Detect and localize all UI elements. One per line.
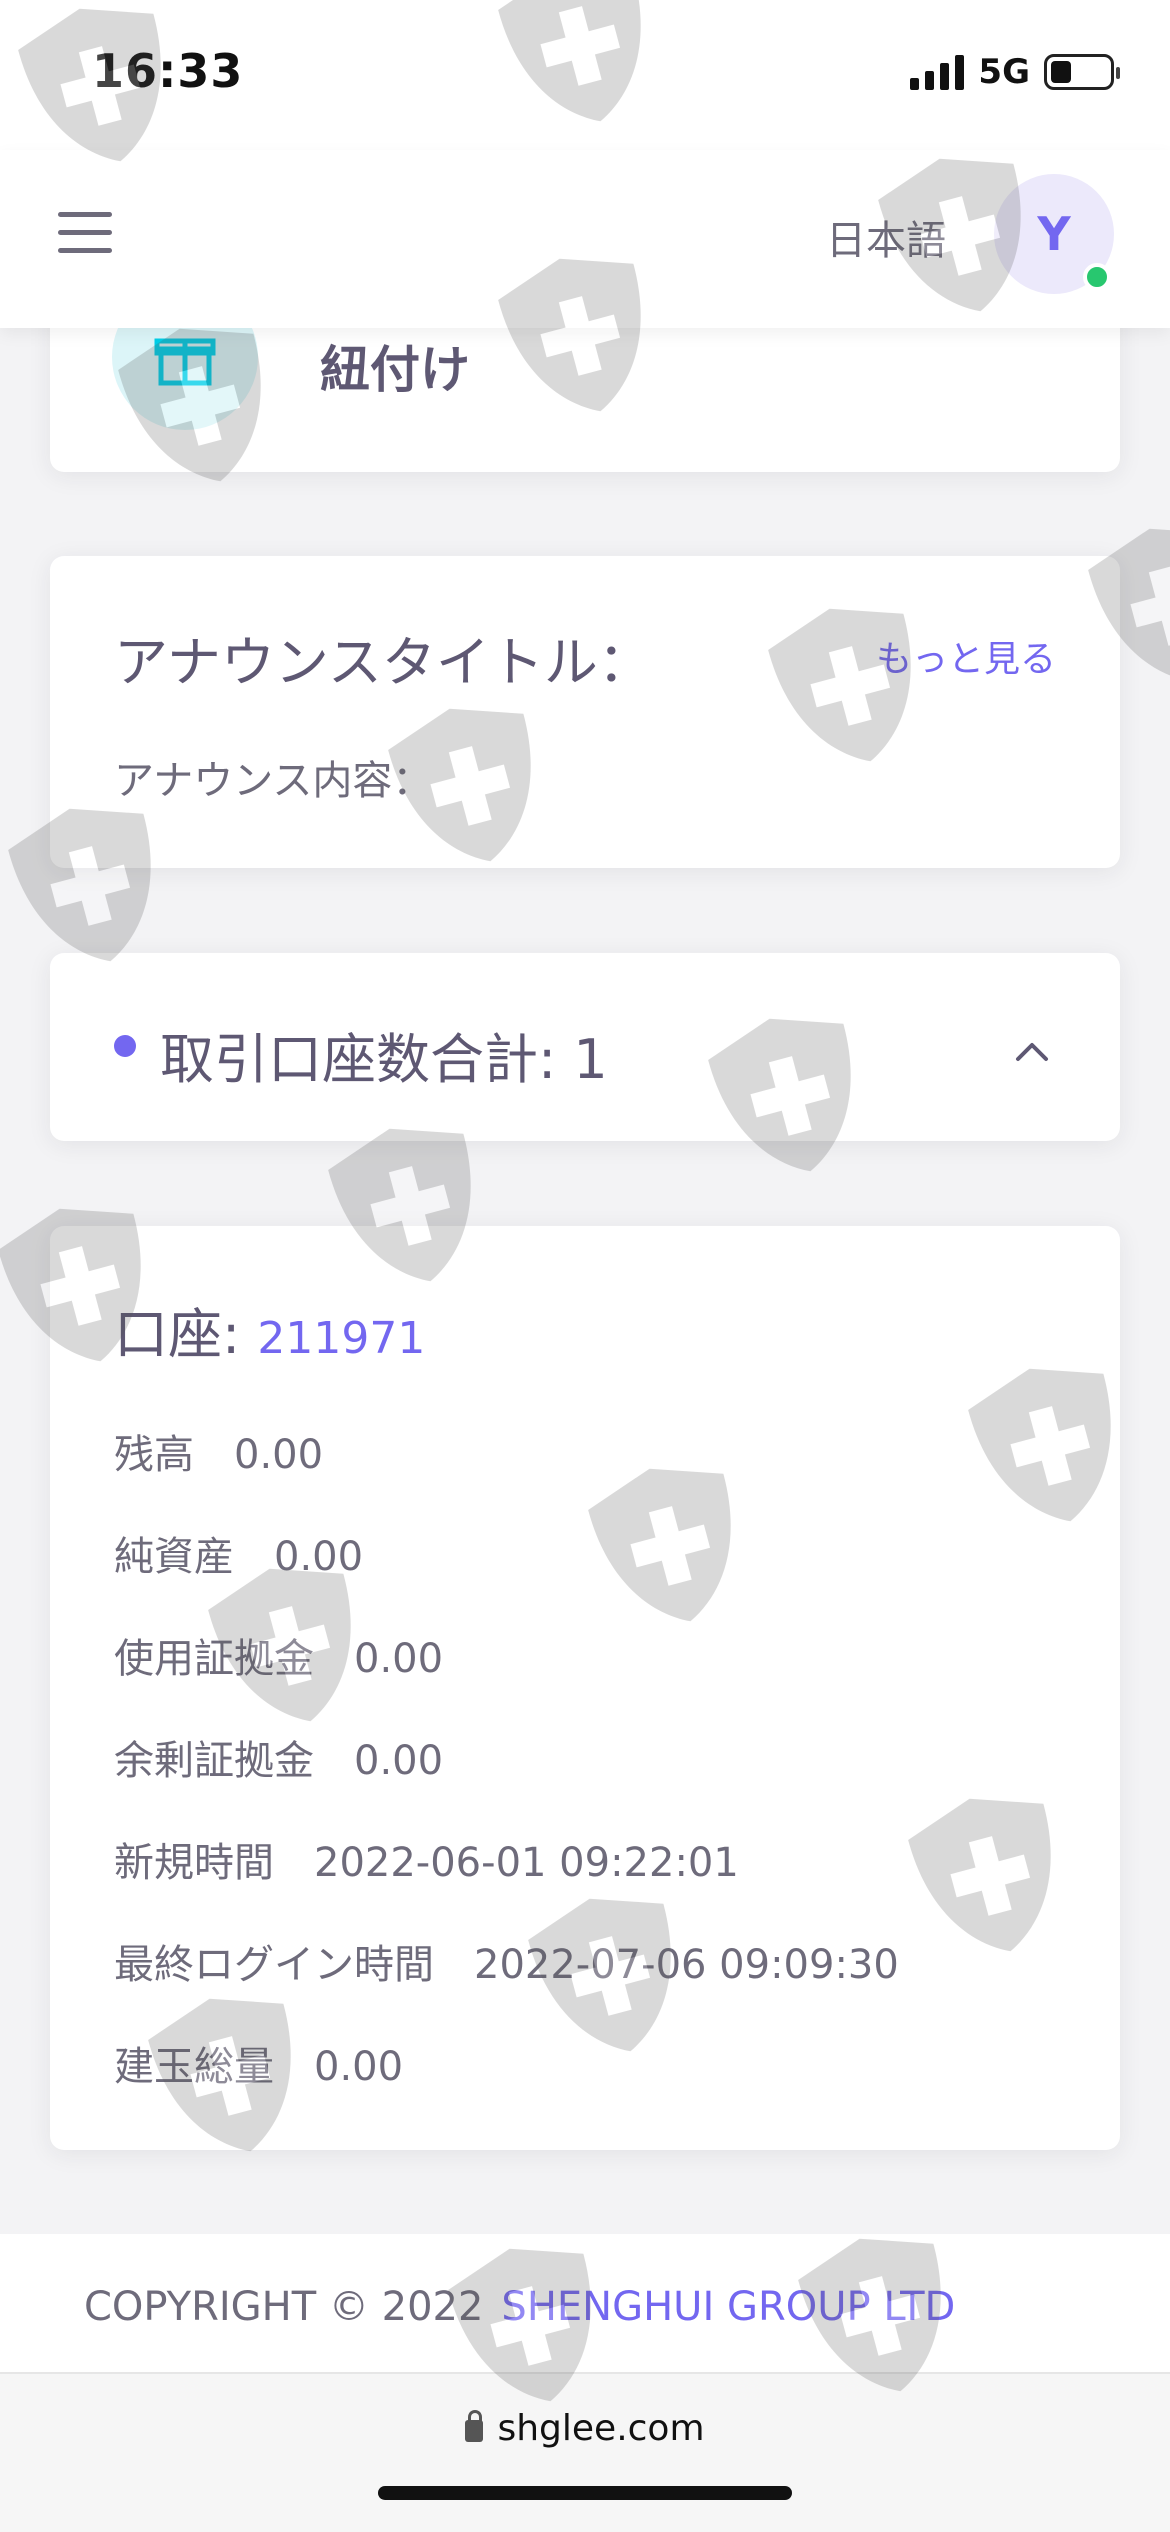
detail-label: 使用証拠金 [114, 1636, 314, 1682]
copyright-text: COPYRIGHT © 2022 [84, 2284, 484, 2330]
status-bar: 16:33 5G [0, 0, 1170, 150]
detail-value: 0.00 [234, 1432, 324, 1478]
detail-label: 建玉総量 [114, 2044, 274, 2090]
account-number[interactable]: 211971 [257, 1313, 425, 1364]
detail-label: 最終ログイン時間 [114, 1942, 434, 1988]
announcement-title: アナウンスタイトル： [114, 631, 652, 694]
detail-label: 残高 [114, 1432, 194, 1478]
signal-icon [910, 54, 965, 90]
account-heading: 口座: 211971 [114, 1290, 425, 1369]
home-indicator[interactable] [378, 2486, 792, 2500]
menu-icon[interactable] [58, 212, 112, 254]
bind-title: 紐付け [320, 341, 470, 399]
bullet-dot [114, 1035, 136, 1057]
account-label: 口座: [114, 1303, 241, 1366]
detail-value: 0.00 [354, 1636, 444, 1682]
chevron-up-icon[interactable] [1014, 1033, 1050, 1069]
url-display[interactable]: shglee.com [0, 2408, 1170, 2449]
detail-row: 最終ログイン時間 2022-07-06 09:09:30 [114, 1932, 899, 1990]
detail-value: 0.00 [274, 1534, 364, 1580]
network-label: 5G [978, 52, 1030, 92]
detail-row: 残高 0.00 [114, 1422, 323, 1480]
top-navbar: 日本語 Y [0, 150, 1170, 328]
account-detail-card: 口座: 211971 残高 0.00 純資産 0.00 使用証拠金 0.00 余剰証拠… [50, 1226, 1120, 2150]
announcement-card: アナウンスタイトル： もっと見る アナウンス内容： [50, 556, 1120, 868]
detail-row: 使用証拠金 0.00 [114, 1626, 443, 1684]
accounts-collapse-header[interactable]: 取引口座数合計: 1 [50, 953, 1120, 1141]
language-switcher[interactable]: 日本語 [826, 208, 946, 266]
detail-row: 新規時間 2022-06-01 09:22:01 [114, 1830, 739, 1888]
detail-value: 0.00 [314, 2044, 404, 2090]
announcement-content: アナウンス内容： [114, 758, 433, 804]
status-time: 16:33 [92, 44, 244, 98]
detail-value: 0.00 [354, 1738, 444, 1784]
detail-row: 建玉総量 0.00 [114, 2034, 403, 2092]
detail-row: 純資産 0.00 [114, 1524, 363, 1582]
detail-label: 余剰証拠金 [114, 1738, 314, 1784]
detail-label: 純資産 [114, 1534, 234, 1580]
accounts-total: 取引口座数合計: 1 [160, 1028, 608, 1091]
online-status-dot [1083, 263, 1111, 291]
detail-value: 2022-06-01 09:22:01 [314, 1840, 739, 1886]
footer: COPYRIGHT © 2022 SHENGHUI GROUP LTD [0, 2234, 1170, 2374]
copyright: COPYRIGHT © 2022 SHENGHUI GROUP LTD [84, 2284, 955, 2330]
detail-value: 2022-07-06 09:09:30 [474, 1942, 899, 1988]
url-text: shglee.com [497, 2408, 705, 2449]
see-more-link[interactable]: もっと見る [876, 630, 1056, 682]
lock-icon [465, 2410, 484, 2442]
detail-row: 余剰証拠金 0.00 [114, 1728, 443, 1786]
browser-url-bar[interactable]: shglee.com [0, 2374, 1170, 2532]
detail-label: 新規時間 [114, 1840, 274, 1886]
status-indicators: 5G [910, 52, 1120, 92]
battery-icon [1044, 54, 1120, 90]
company-link[interactable]: SHENGHUI GROUP LTD [501, 2284, 955, 2330]
